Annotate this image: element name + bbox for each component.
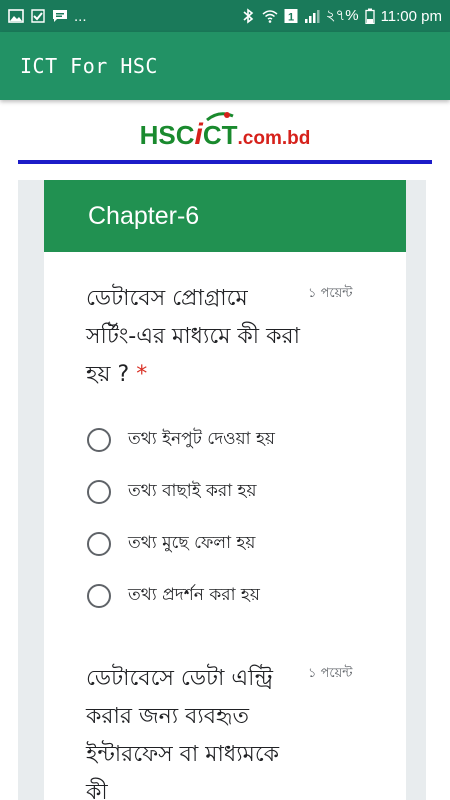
question-1-text: ডেটাবেস প্রোগ্রামে সর্টিং-এর মাধ্যমে কী … xyxy=(86,286,300,387)
option-3[interactable]: তথ্য মুছে ফেলা হয় xyxy=(86,518,406,570)
check-flag-icon xyxy=(30,8,46,24)
question-2-text: ডেটাবেসে ডেটা এন্ট্রি করার জন্য ব্যবহৃত … xyxy=(86,666,280,800)
option-2[interactable]: তথ্য বাছাই করা হয় xyxy=(86,466,406,518)
question-2-points: ১ পয়েন্ট xyxy=(308,666,353,681)
signal-icon xyxy=(304,8,320,24)
form-scroll-area[interactable]: Chapter-6 ডেটাবেস প্রোগ্রামে সর্টিং-এর ম… xyxy=(0,164,450,800)
clock: 11:00 pm xyxy=(380,7,442,25)
battery-icon xyxy=(364,8,375,24)
question-1-points: ১ পয়েন্ট xyxy=(308,286,353,301)
logo-i: i xyxy=(194,118,203,151)
option-label: তথ্য প্রদর্শন করা হয় xyxy=(128,585,260,605)
wifi-icon xyxy=(262,8,278,24)
option-label: তথ্য বাছাই করা হয় xyxy=(128,481,257,501)
radio-button[interactable] xyxy=(87,584,111,608)
question-text: ডেটাবেস প্রোগ্রামে সর্টিং-এর মাধ্যমে কী … xyxy=(86,280,301,394)
chapter-title: Chapter-6 xyxy=(88,201,200,230)
form-card: Chapter-6 ডেটাবেস প্রোগ্রামে সর্টিং-এর ম… xyxy=(44,180,406,800)
question-1-options: তথ্য ইনপুট দেওয়া হয় তথ্য বাছাই করা হয়… xyxy=(86,414,406,622)
image-icon xyxy=(8,8,24,24)
chapter-header: Chapter-6 xyxy=(44,180,406,252)
question-2: ডেটাবেসে ডেটা এন্ট্রি করার জন্য ব্যবহৃত … xyxy=(44,622,406,800)
radio-button[interactable] xyxy=(87,480,111,504)
svg-text:1: 1 xyxy=(288,12,294,24)
logo-domain: .com.bd xyxy=(237,128,311,149)
option-1[interactable]: তথ্য ইনপুট দেওয়া হয় xyxy=(86,414,406,466)
status-left: ... xyxy=(8,8,87,25)
question-1: ডেটাবেস প্রোগ্রামে সর্টিং-এর মাধ্যমে কী … xyxy=(44,252,406,622)
status-bar: ... 1 ২৭% 11:00 pm xyxy=(0,0,450,32)
card-shadow-right xyxy=(406,180,426,800)
app-title: ICT For HSC xyxy=(20,54,158,78)
logo-hsc: HSC xyxy=(139,120,195,150)
battery-percent: ২৭% xyxy=(325,6,359,24)
status-dots: ... xyxy=(74,7,87,25)
bluetooth-icon xyxy=(240,8,256,24)
radio-button[interactable] xyxy=(87,428,111,452)
option-4[interactable]: তথ্য প্রদর্শন করা হয় xyxy=(86,570,406,622)
site-logo[interactable]: HSCiCT.com.bd xyxy=(0,118,450,152)
app-bar: ICT For HSC xyxy=(0,32,450,100)
sim-icon: 1 xyxy=(284,8,298,24)
banner: HSCiCT.com.bd xyxy=(0,100,450,164)
option-label: তথ্য ইনপুট দেওয়া হয় xyxy=(128,429,275,449)
option-label: তথ্য মুছে ফেলা হয় xyxy=(128,533,256,553)
radio-button[interactable] xyxy=(87,532,111,556)
card-shadow-left xyxy=(18,180,44,800)
status-right: 1 ২৭% 11:00 pm xyxy=(240,4,442,29)
logo-ct: CT xyxy=(202,120,238,150)
required-asterisk: * xyxy=(136,362,148,387)
message-icon xyxy=(52,8,68,24)
